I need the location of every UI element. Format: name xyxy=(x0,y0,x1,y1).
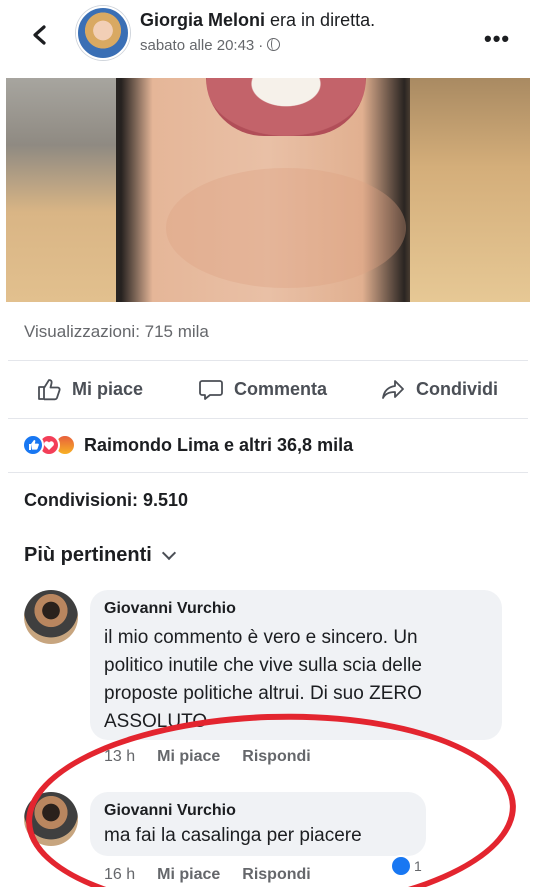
comment-text-line: ma fai la casalinga per piacere xyxy=(104,825,362,846)
divider xyxy=(8,472,528,473)
views-count: Visualizzazioni: 715 mila xyxy=(24,322,209,341)
more-icon[interactable]: ••• xyxy=(484,26,510,52)
comment-avatar[interactable] xyxy=(24,792,78,846)
video-hair-left xyxy=(6,78,116,302)
post-actions-bar: Mi piace Commenta Condividi xyxy=(0,370,536,408)
comment-time[interactable]: 16 h xyxy=(104,866,135,884)
like-button[interactable]: Mi piace xyxy=(36,370,143,408)
video-mouth xyxy=(206,78,366,136)
chevron-down-icon xyxy=(161,545,176,560)
comment-like-button[interactable]: Mi piace xyxy=(157,748,220,766)
comment-icon xyxy=(199,380,223,400)
video-hair-right xyxy=(410,78,530,302)
comment-text-line: ASSOLUTO xyxy=(104,711,208,732)
reactions-text: Raimondo Lima e altri 36,8 mila xyxy=(84,434,354,455)
reactions-summary[interactable]: Raimondo Lima e altri 36,8 mila xyxy=(22,430,353,460)
comment-meta: 13 h Mi piace Rispondi xyxy=(104,748,333,766)
post-header: Giorgia Meloni era in diretta. sabato al… xyxy=(0,0,536,78)
like-reaction-icon xyxy=(390,855,412,877)
comment-like-button[interactable]: Mi piace xyxy=(157,866,220,884)
post-timestamp[interactable]: sabato alle 20:43 xyxy=(140,37,254,54)
comment-text-line: il mio commento è vero e sincero. Un xyxy=(104,627,418,648)
comment-author[interactable]: Giovanni Vurchio xyxy=(104,802,412,820)
share-icon xyxy=(382,380,404,399)
comment-button-label: Commenta xyxy=(234,378,328,399)
comment-button[interactable]: Commenta xyxy=(198,370,327,408)
comment-reply-button[interactable]: Rispondi xyxy=(242,866,310,884)
share-button-label: Condividi xyxy=(416,378,498,399)
like-reaction-icon xyxy=(22,434,44,456)
shares-count[interactable]: Condivisioni: 9.510 xyxy=(24,490,188,511)
comment-bubble: Giovanni Vurchio il mio commento è vero … xyxy=(90,590,502,740)
comment-text-line: proposte politiche altrui. Di suo ZERO xyxy=(104,683,422,704)
comment-time[interactable]: 13 h xyxy=(104,748,135,766)
video-face-shade xyxy=(166,168,406,288)
thumbs-up-icon xyxy=(38,379,61,401)
comment-like-count: 1 xyxy=(414,858,422,874)
live-status-text: era in diretta. xyxy=(270,10,376,30)
like-button-label: Mi piace xyxy=(72,378,144,399)
comment-text: il mio commento è vero e sincero. Un pol… xyxy=(104,624,488,736)
divider xyxy=(8,418,528,419)
comment-reaction-count[interactable]: 1 xyxy=(390,855,422,877)
globe-icon xyxy=(267,38,281,51)
comment-meta: 16 h Mi piace Rispondi xyxy=(104,866,333,884)
meta-dot: · xyxy=(258,37,264,54)
comment-text-line: politico inutile che vive sulla scia del… xyxy=(104,655,422,676)
back-button[interactable] xyxy=(26,18,56,52)
page-avatar[interactable] xyxy=(76,6,130,60)
divider xyxy=(8,360,528,361)
post-meta: sabato alle 20:43 · xyxy=(140,37,281,54)
comment-reply-button[interactable]: Rispondi xyxy=(242,748,310,766)
comment-sort-dropdown[interactable]: Più pertinenti xyxy=(24,544,176,567)
chevron-left-icon xyxy=(33,25,46,45)
post-author-line: Giorgia Meloni era in diretta. xyxy=(140,10,375,31)
comment-avatar[interactable] xyxy=(24,590,78,644)
page-name[interactable]: Giorgia Meloni xyxy=(140,10,265,30)
share-button[interactable]: Condividi xyxy=(380,370,498,408)
comment-sort-label: Più pertinenti xyxy=(24,544,152,566)
live-video-thumbnail[interactable] xyxy=(6,78,530,302)
comment-author[interactable]: Giovanni Vurchio xyxy=(104,600,488,618)
comment-bubble: Giovanni Vurchio ma fai la casalinga per… xyxy=(90,792,426,856)
